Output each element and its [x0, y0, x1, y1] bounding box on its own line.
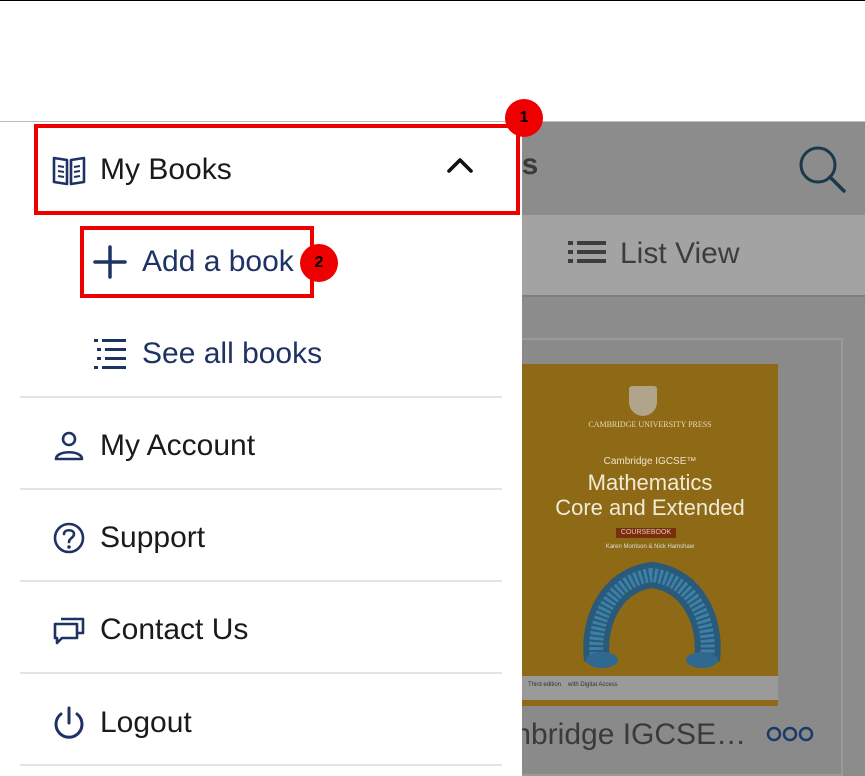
menu-item-logout[interactable]: Logout	[52, 703, 192, 743]
contact-us-label: Contact Us	[100, 613, 249, 646]
cover-title-line2: Core and Extended	[555, 495, 745, 520]
divider	[20, 488, 502, 490]
cover-title-line1: Mathematics	[587, 470, 713, 495]
cover-authors: Karen Morrison & Nick Hamshaw	[605, 544, 695, 550]
cover-title: Mathematics Core and Extended	[522, 470, 778, 520]
menu-item-contact-us[interactable]: Contact Us	[52, 610, 248, 650]
divider	[20, 672, 502, 674]
book-title[interactable]: mbridge IGCSE…	[506, 718, 746, 752]
cover-publisher: CAMBRIDGE UNIVERSITY PRESS	[588, 420, 712, 429]
top-header	[0, 0, 865, 122]
support-label: Support	[100, 521, 206, 554]
cover-spring-image	[582, 560, 722, 677]
question-circle-icon	[52, 521, 86, 555]
highlight-box-my-books	[34, 124, 520, 215]
cover-digital-access: with Digital Access	[568, 682, 618, 688]
person-icon	[52, 429, 86, 463]
chat-bubbles-icon	[52, 613, 86, 647]
cover-footer: Third edition with Digital Access	[522, 676, 778, 700]
menu-item-support[interactable]: Support	[52, 518, 205, 558]
search-icon[interactable]	[796, 143, 848, 200]
highlight-box-add-book	[80, 226, 314, 298]
list-view-label: List View	[620, 237, 740, 270]
step-marker-1: 1	[505, 99, 543, 137]
cambridge-crest-icon	[629, 386, 657, 416]
list-icon	[92, 336, 128, 372]
cover-series: Cambridge IGCSE™	[603, 456, 697, 467]
my-account-label: My Account	[100, 429, 256, 462]
menu-item-my-account[interactable]: My Account	[52, 426, 255, 466]
book-cover[interactable]: CAMBRIDGE UNIVERSITY PRESS Cambridge IGC…	[522, 364, 778, 706]
divider	[20, 396, 502, 398]
more-options-icon[interactable]	[766, 724, 814, 749]
power-icon	[52, 706, 86, 740]
menu-item-see-all-books[interactable]: See all books	[92, 334, 322, 374]
divider	[20, 764, 502, 766]
list-view-toggle[interactable]: List View	[568, 237, 740, 271]
logout-label: Logout	[100, 706, 192, 739]
step-marker-2: 2	[300, 244, 338, 282]
see-all-books-label: See all books	[142, 337, 323, 370]
cover-badge: COURSEBOOK	[616, 528, 676, 538]
cover-edition: Third edition	[528, 682, 562, 688]
divider	[20, 580, 502, 582]
list-view-icon	[568, 240, 608, 269]
